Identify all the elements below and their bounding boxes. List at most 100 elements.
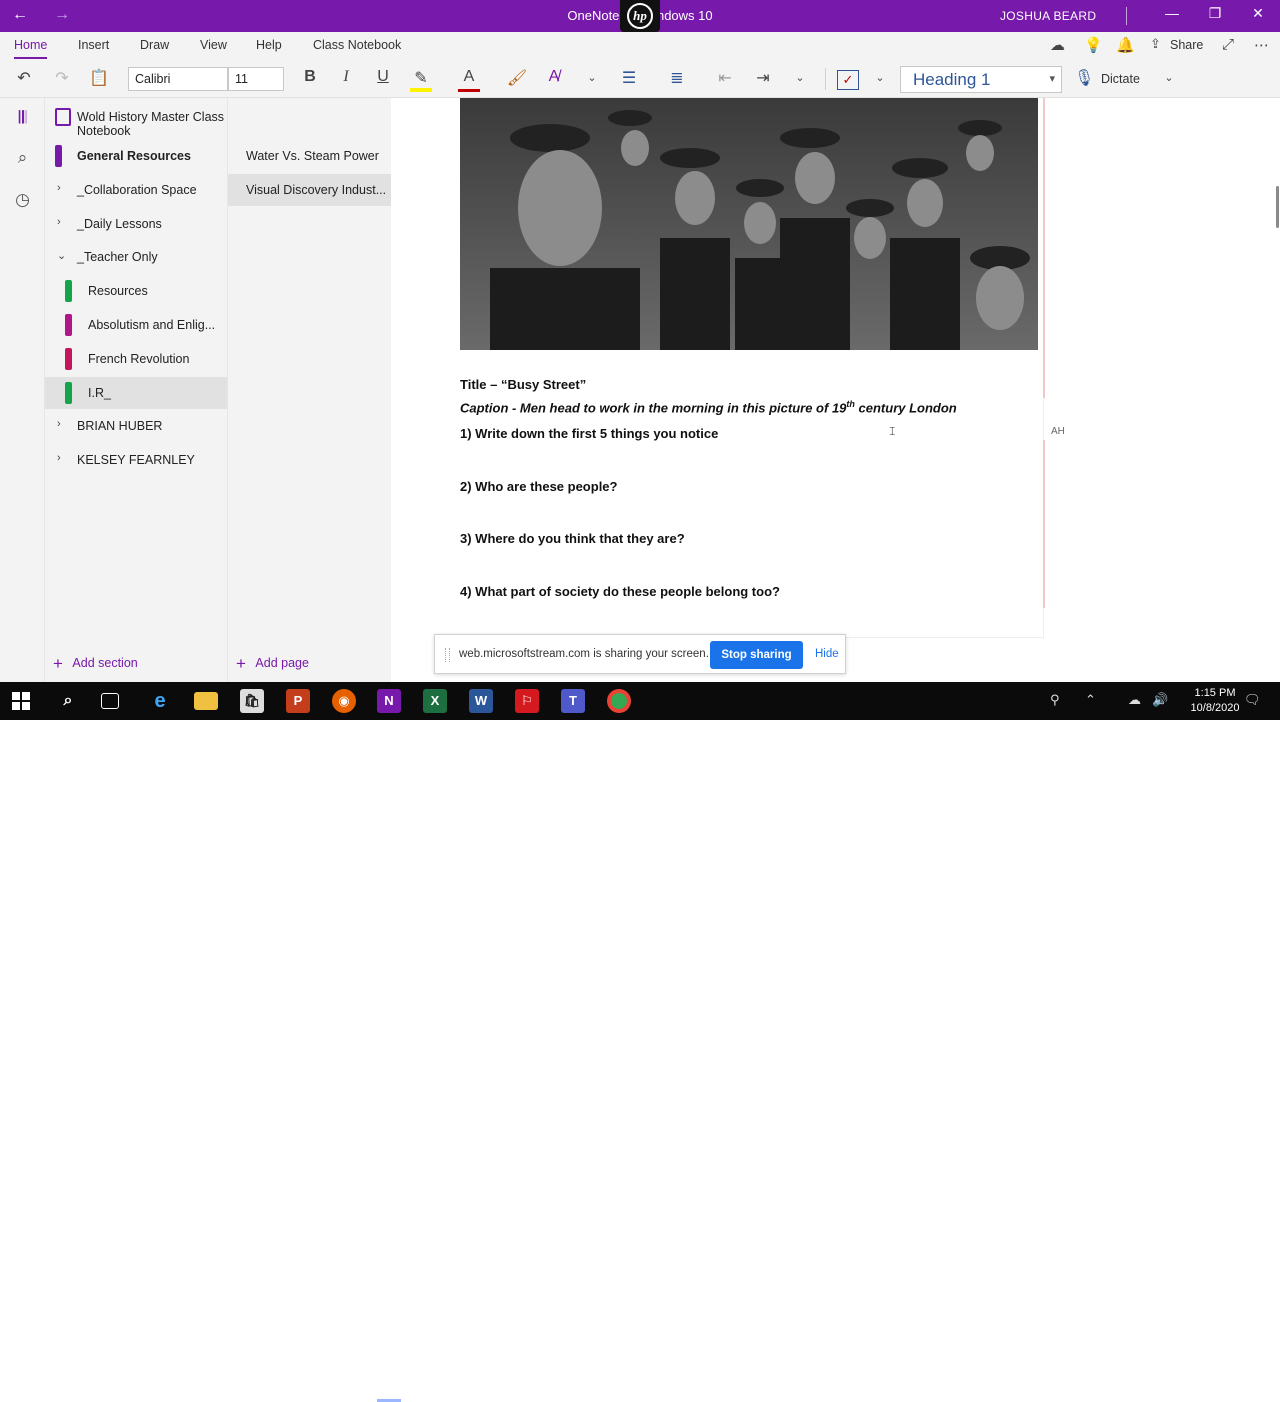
file-explorer-icon[interactable]: [194, 692, 218, 710]
excel-icon[interactable]: X: [423, 689, 447, 713]
section-label: BRIAN HUBER: [77, 419, 163, 434]
full-screen-icon[interactable]: ⤢: [1222, 36, 1234, 53]
chevron-down-icon[interactable]: ⌄: [791, 71, 809, 84]
show-hidden-icons-icon[interactable]: ⌃: [1085, 692, 1096, 708]
close-icon[interactable]: ✕: [1246, 5, 1270, 22]
question-4[interactable]: 4) What part of society do these people …: [460, 584, 780, 599]
underline-icon[interactable]: U: [373, 68, 393, 86]
page-item-selected[interactable]: Visual Discovery Indust...: [228, 174, 392, 206]
section-item[interactable]: ⌄ _Teacher Only: [45, 241, 227, 273]
section-label: _Collaboration Space: [77, 182, 197, 197]
highlight-icon[interactable]: ✎: [410, 68, 432, 92]
store-icon[interactable]: 🛍: [240, 689, 264, 713]
tab-view[interactable]: View: [200, 38, 227, 52]
add-page-label: Add page: [255, 656, 309, 670]
tab-draw[interactable]: Draw: [140, 38, 169, 52]
search-icon[interactable]: ⌕: [56, 689, 80, 713]
font-color-icon[interactable]: A: [458, 68, 480, 92]
add-page-button[interactable]: + Add page: [236, 654, 309, 674]
edge-icon[interactable]: e: [148, 689, 172, 713]
section-item[interactable]: Absolutism and Enlig...: [45, 309, 227, 341]
sync-icon[interactable]: ☁: [1050, 36, 1065, 54]
firefox-icon[interactable]: ◉: [332, 689, 356, 713]
volume-icon[interactable]: 🔊: [1152, 692, 1168, 708]
notifications-icon[interactable]: 🔔: [1116, 36, 1135, 54]
system-clock[interactable]: 1:15 PM 10/8/2020: [1184, 686, 1246, 716]
font-size-field[interactable]: 11: [228, 67, 284, 91]
section-item[interactable]: French Revolution: [45, 343, 227, 375]
more-options-icon[interactable]: ⋯: [1254, 36, 1269, 54]
chevron-down-icon[interactable]: ⌄: [57, 249, 66, 262]
increase-indent-icon[interactable]: ⇥: [752, 68, 774, 88]
onenote-icon[interactable]: N: [377, 689, 401, 713]
section-label: French Revolution: [88, 351, 190, 366]
onedrive-icon[interactable]: ☁: [1128, 692, 1141, 708]
numbered-list-icon[interactable]: ≣: [666, 68, 688, 88]
hide-button[interactable]: Hide: [815, 648, 839, 660]
chevron-right-icon[interactable]: ›: [57, 418, 61, 430]
bold-icon[interactable]: B: [300, 68, 320, 86]
section-item[interactable]: Resources: [45, 275, 227, 307]
task-view-icon[interactable]: [101, 693, 119, 709]
question-3[interactable]: 3) Where do you think that they are?: [460, 531, 685, 546]
question-1[interactable]: 1) Write down the first 5 things you not…: [460, 426, 718, 441]
notebook-title[interactable]: Wold History Master Class Notebook: [77, 110, 227, 138]
chrome-icon[interactable]: [607, 689, 631, 713]
undo-icon[interactable]: ↶: [14, 68, 34, 88]
tab-class-notebook[interactable]: Class Notebook: [313, 38, 401, 52]
image-caption[interactable]: Caption - Men head to work in the mornin…: [460, 399, 957, 415]
question-2[interactable]: 2) Who are these people?: [460, 479, 617, 494]
share-icon[interactable]: ⇪: [1150, 36, 1161, 52]
clear-formatting-icon[interactable]: A̸: [543, 68, 565, 86]
notebooks-icon[interactable]: 𝄃𝄃: [0, 108, 45, 128]
minimize-icon[interactable]: —: [1160, 5, 1184, 21]
people-icon[interactable]: ⚲: [1050, 692, 1060, 708]
chevron-right-icon[interactable]: ›: [57, 216, 61, 228]
section-item[interactable]: › _Daily Lessons: [45, 208, 227, 240]
clipboard-icon[interactable]: 📋: [88, 68, 110, 88]
image-title[interactable]: Title – “Busy Street”: [460, 377, 586, 392]
format-painter-icon[interactable]: 🖌: [506, 68, 528, 88]
restore-icon[interactable]: ❐: [1203, 5, 1227, 22]
todo-tag-icon[interactable]: ✓: [837, 70, 859, 90]
tab-insert[interactable]: Insert: [78, 38, 109, 52]
action-center-icon[interactable]: 🗨: [1244, 692, 1261, 708]
acrobat-icon[interactable]: ⚐: [515, 689, 539, 713]
chevron-down-icon[interactable]: ⌄: [871, 71, 889, 84]
bullet-list-icon[interactable]: ☰: [618, 68, 640, 88]
microphone-icon[interactable]: 🎙: [1074, 68, 1094, 88]
share-button[interactable]: Share: [1170, 38, 1203, 52]
page-item[interactable]: Water Vs. Steam Power: [228, 140, 392, 172]
plus-icon: +: [236, 654, 246, 673]
scrollbar-thumb[interactable]: [1276, 186, 1279, 228]
chevron-right-icon[interactable]: ›: [57, 182, 61, 194]
lightbulb-icon[interactable]: 💡: [1084, 36, 1103, 54]
section-item[interactable]: I.R_: [45, 376, 227, 409]
drag-handle-icon[interactable]: [445, 648, 450, 662]
word-icon[interactable]: W: [469, 689, 493, 713]
tab-help[interactable]: Help: [256, 38, 282, 52]
style-dropdown[interactable]: Heading 1 ▾: [900, 66, 1062, 93]
tab-home[interactable]: Home: [14, 38, 48, 59]
recent-notes-icon[interactable]: ◷: [0, 190, 45, 210]
dictate-button[interactable]: Dictate: [1101, 72, 1140, 86]
add-section-button[interactable]: + Add section: [53, 654, 138, 674]
chevron-down-icon[interactable]: ⌄: [1160, 71, 1178, 84]
section-item[interactable]: › BRIAN HUBER: [45, 410, 227, 442]
windows-start-icon[interactable]: [12, 692, 30, 710]
signed-in-user[interactable]: JOSHUA BEARD: [1000, 9, 1096, 23]
search-icon[interactable]: ⌕: [0, 148, 45, 168]
stop-sharing-button[interactable]: Stop sharing: [710, 641, 803, 669]
busy-street-photo[interactable]: [460, 98, 1038, 350]
font-name-field[interactable]: Calibri: [128, 67, 228, 91]
section-item[interactable]: › KELSEY FEARNLEY: [45, 444, 227, 476]
powerpoint-icon[interactable]: P: [286, 689, 310, 713]
chevron-down-icon[interactable]: ⌄: [583, 71, 601, 84]
teams-icon[interactable]: T: [561, 689, 585, 713]
section-item[interactable]: General Resources: [45, 140, 227, 172]
italic-icon[interactable]: I: [336, 68, 356, 86]
chevron-right-icon[interactable]: ›: [57, 452, 61, 464]
section-item[interactable]: › _Collaboration Space: [45, 174, 227, 206]
decrease-indent-icon[interactable]: ⇤: [714, 68, 736, 88]
redo-icon[interactable]: ↷: [52, 68, 72, 88]
